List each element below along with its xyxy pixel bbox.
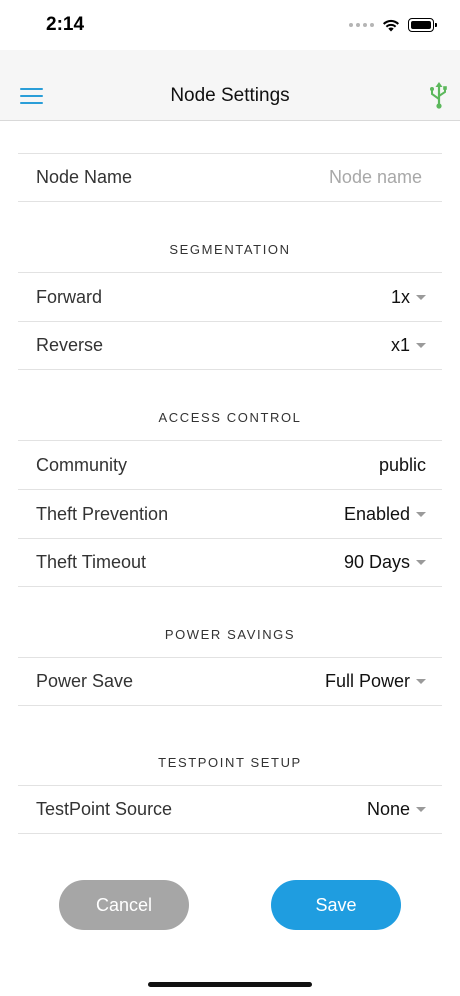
node-name-row: Node Name (18, 153, 442, 202)
section-header-segmentation: SEGMENTATION (169, 242, 291, 257)
power-save-dropdown[interactable]: Full Power (325, 671, 426, 692)
power-save-value: Full Power (324, 671, 410, 691)
theft-timeout-dropdown[interactable]: 90 Days (344, 552, 426, 573)
wifi-icon (383, 19, 399, 32)
power-save-row[interactable]: Power Save Full Power (18, 657, 442, 706)
node-name-input[interactable] (220, 166, 424, 189)
theft-prevention-value: Enabled (343, 503, 410, 524)
theft-prevention-dropdown[interactable]: Enabled (344, 504, 426, 525)
page-title: Node Settings (170, 85, 290, 106)
testpoint-source-label: TestPoint Source (36, 799, 173, 819)
forward-label: Forward (36, 286, 103, 307)
chevron-down-icon (416, 294, 426, 300)
section-header-testpoint-setup: TESTPOINT SETUP (158, 755, 302, 770)
community-value[interactable]: public (379, 455, 426, 476)
battery-icon (408, 18, 437, 32)
chevron-down-icon (416, 343, 426, 348)
reverse-row[interactable]: Reverse x1 (18, 321, 442, 370)
section-header-power-savings: POWER SAVINGS (164, 627, 296, 642)
section-header-access-control: ACCESS CONTROL (158, 410, 302, 425)
testpoint-source-value: None (366, 799, 410, 819)
navigation-bar: Node Settings (0, 50, 460, 121)
status-icons (349, 16, 437, 34)
status-time: 2:14 (46, 14, 85, 35)
community-label: Community (36, 454, 128, 475)
save-button[interactable]: Save (271, 880, 401, 930)
node-name-label: Node Name (36, 167, 133, 187)
theft-prevention-row[interactable]: Theft Prevention Enabled (18, 489, 442, 538)
cellular-signal-icon (349, 23, 374, 27)
testpoint-source-row[interactable]: TestPoint Source None (18, 785, 442, 834)
reverse-value: x1 (390, 335, 410, 355)
cancel-button[interactable]: Cancel (59, 880, 189, 930)
testpoint-source-dropdown[interactable]: None (367, 799, 426, 820)
theft-timeout-label: Theft Timeout (36, 552, 147, 572)
chevron-down-icon (416, 679, 426, 684)
forward-row[interactable]: Forward 1x (18, 272, 442, 321)
power-save-label: Power Save (36, 671, 134, 691)
chevron-down-icon (416, 807, 426, 812)
chevron-down-icon (416, 560, 426, 565)
usb-icon[interactable] (428, 82, 450, 110)
forward-dropdown[interactable]: 1x (391, 287, 426, 308)
home-indicator[interactable] (148, 982, 312, 987)
theft-prevention-label: Theft Prevention (36, 503, 169, 524)
reverse-dropdown[interactable]: x1 (391, 335, 426, 356)
forward-value: 1x (390, 286, 410, 307)
community-row[interactable]: Community public (18, 440, 442, 489)
chevron-down-icon (416, 511, 426, 517)
theft-timeout-value: 90 Days (343, 552, 410, 572)
reverse-label: Reverse (36, 335, 104, 355)
theft-timeout-row[interactable]: Theft Timeout 90 Days (18, 538, 442, 587)
status-bar: 2:14 (0, 0, 460, 50)
